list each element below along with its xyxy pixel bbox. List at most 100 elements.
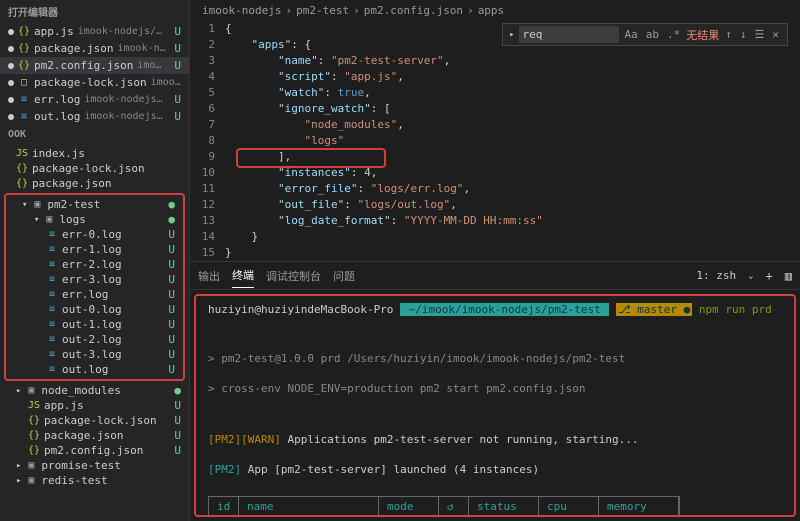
log-icon: ≡ <box>46 259 58 271</box>
breadcrumb-sep: › <box>353 4 360 17</box>
tree-item[interactable]: ≡ err.log U <box>6 287 183 302</box>
git-status-badge: U <box>170 414 181 427</box>
find-result-text: 无结果 <box>686 27 719 43</box>
tree-item[interactable]: ≡ err-2.log U <box>6 257 183 272</box>
tree-item[interactable]: ≡ err-3.log U <box>6 272 183 287</box>
terminal-tab[interactable]: 调试控制台 <box>266 264 321 288</box>
tree-item[interactable]: ▸ ▣ promise-test <box>0 458 189 473</box>
breadcrumb-segment[interactable]: imook-nodejs <box>202 4 281 17</box>
find-word-icon[interactable]: ab <box>644 28 661 41</box>
find-case-icon[interactable]: Aa <box>623 28 640 41</box>
tree-item-label: err.log <box>62 288 108 301</box>
tree-item-label: package-lock.json <box>44 414 157 427</box>
tree-item[interactable]: ▸ ▣ node_modules ● <box>0 383 189 398</box>
file-name: package.json <box>34 42 113 55</box>
log-icon: ≡ <box>46 334 58 346</box>
terminal-tab[interactable]: 问题 <box>333 264 355 288</box>
tree-item-label: redis-test <box>41 474 107 487</box>
terminal-split-icon[interactable]: ▥ <box>785 269 792 283</box>
file-name: out.log <box>34 110 80 123</box>
git-status-badge: U <box>170 25 181 38</box>
terminal-output[interactable]: huziyin@huziyindeMacBook-Pro ~/imook/imo… <box>194 294 796 517</box>
open-editor-item[interactable]: ≡ err.log imook-nodejs/pm2-test/... U <box>0 91 189 108</box>
tree-item[interactable]: {} package-lock.json <box>0 161 189 176</box>
breadcrumb-sep: › <box>467 4 474 17</box>
git-status-badge: U <box>164 258 175 271</box>
open-editor-item[interactable]: ≡ out.log imook-nodejs/pm2-test... U <box>0 108 189 125</box>
tree-item[interactable]: ≡ err-1.log U <box>6 242 183 257</box>
tree-item[interactable]: {} pm2.config.json U <box>0 443 189 458</box>
tree-item[interactable]: {} package.json U <box>0 428 189 443</box>
tree-item-label: err-3.log <box>62 273 122 286</box>
terminal-tab[interactable]: 输出 <box>198 264 220 288</box>
line-gutter: 123456789101112131415 <box>190 21 225 261</box>
tree-item[interactable]: ≡ out.log U <box>6 362 183 377</box>
breadcrumb-segment[interactable]: apps <box>478 4 505 17</box>
terminal-selector[interactable]: 1: zsh <box>696 269 736 282</box>
js-icon: JS <box>16 148 28 160</box>
json-icon: {} <box>18 43 30 55</box>
tree-item[interactable]: ▾ ▣ logs ● <box>6 212 183 227</box>
find-input[interactable] <box>519 26 619 43</box>
open-editor-item[interactable]: {} pm2.config.json imook-nodejs... U <box>0 57 189 74</box>
tree-item[interactable]: {} package.json <box>0 176 189 191</box>
breadcrumb-segment[interactable]: pm2-test <box>296 4 349 17</box>
code-editor[interactable]: { "apps": { "name": "pm2-test-server", "… <box>225 21 800 261</box>
git-status-badge: U <box>164 318 175 331</box>
tree-item-label: out-1.log <box>62 318 122 331</box>
tree-item-label: app.js <box>44 399 84 412</box>
tree-item[interactable]: ▾ ▣ pm2-test ● <box>6 197 183 212</box>
tree-item[interactable]: ≡ out-3.log U <box>6 347 183 362</box>
open-editor-item[interactable]: {} app.js imook-nodejs/pm2-test U <box>0 23 189 40</box>
open-editor-item[interactable]: □ package-lock.json imook-no... <box>0 74 189 91</box>
json-icon: {} <box>18 26 30 38</box>
log-icon: ≡ <box>46 289 58 301</box>
folder-icon: ▣ <box>25 460 37 472</box>
tree-item-label: package.json <box>32 177 111 190</box>
json-icon: {} <box>16 178 28 190</box>
js-icon: JS <box>28 400 40 412</box>
folder-icon: ▣ <box>25 385 37 397</box>
find-next-icon[interactable]: ↓ <box>738 28 749 41</box>
git-status-badge: U <box>164 333 175 346</box>
terminal-add-icon[interactable]: + <box>766 269 773 283</box>
find-selection-icon[interactable]: ☰ <box>753 28 767 41</box>
tree-item[interactable]: ≡ out-1.log U <box>6 317 183 332</box>
file-name: err.log <box>34 93 80 106</box>
modified-dot-icon <box>8 63 14 69</box>
json-icon: {} <box>16 163 28 175</box>
git-status-badge: U <box>164 348 175 361</box>
tree-item[interactable]: ≡ err-0.log U <box>6 227 183 242</box>
git-status-badge: U <box>164 363 175 376</box>
modified-dot-icon <box>8 46 14 52</box>
tree-item[interactable]: ▸ ▣ redis-test <box>0 473 189 488</box>
tree-item[interactable]: {} package-lock.json U <box>0 413 189 428</box>
modified-dot-icon <box>8 80 14 86</box>
tree-item-label: promise-test <box>41 459 120 472</box>
terminal-tab[interactable]: 终端 <box>232 263 254 288</box>
file-name: package-lock.json <box>34 76 147 89</box>
file-path: imook-nodejs/pm2-test/... <box>84 94 166 105</box>
tree-item-label: out-2.log <box>62 333 122 346</box>
find-expand-icon[interactable]: ▸ <box>509 30 514 40</box>
tree-item[interactable]: ≡ out-0.log U <box>6 302 183 317</box>
tree-item[interactable]: JS index.js <box>0 146 189 161</box>
find-prev-icon[interactable]: ↑ <box>723 28 734 41</box>
git-status-badge: U <box>170 399 181 412</box>
breadcrumb[interactable]: imook-nodejs›pm2-test›pm2.config.json›ap… <box>190 0 800 21</box>
terminal-selector-chevron-icon[interactable]: ⌄ <box>748 271 753 281</box>
tree-item-label: index.js <box>32 147 85 160</box>
json-icon: {} <box>18 60 30 72</box>
tree-item-label: pm2.config.json <box>44 444 143 457</box>
find-close-icon[interactable]: ✕ <box>770 28 781 41</box>
open-editor-item[interactable]: {} package.json imook-nodejs/p... U <box>0 40 189 57</box>
log-icon: ≡ <box>46 274 58 286</box>
open-editors-header: 打开编辑器 <box>0 0 189 23</box>
tree-item[interactable]: ≡ out-2.log U <box>6 332 183 347</box>
tree-item-label: err-1.log <box>62 243 122 256</box>
folder-icon: ▣ <box>25 475 37 487</box>
find-regex-icon[interactable]: .* <box>665 28 682 41</box>
log-icon: ≡ <box>46 244 58 256</box>
tree-item[interactable]: JS app.js U <box>0 398 189 413</box>
breadcrumb-segment[interactable]: pm2.config.json <box>364 4 463 17</box>
